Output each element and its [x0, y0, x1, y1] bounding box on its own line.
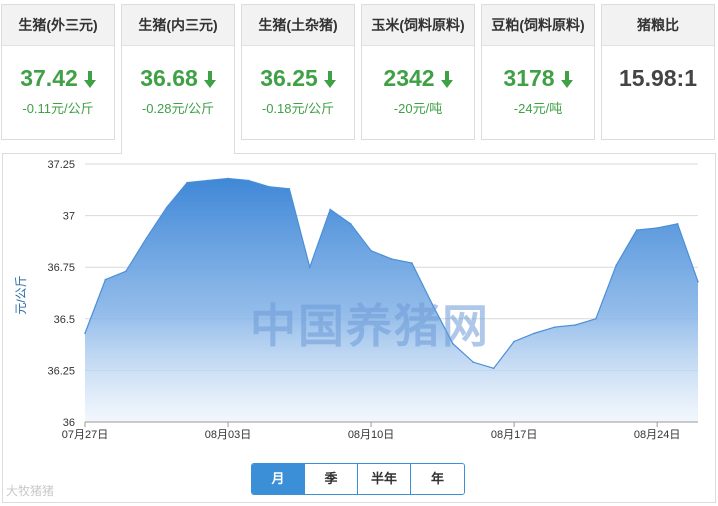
tile-price: 3178: [503, 65, 555, 91]
data-point: [247, 179, 250, 182]
tile-hog-grain-ratio[interactable]: 猪粮比 15.98:1: [601, 4, 715, 140]
y-axis: 37.25 37 36.75 36.5 36.25 36: [47, 159, 75, 429]
tile-label: 猪粮比: [602, 5, 714, 46]
watermark: 中国养猪网: [250, 299, 490, 353]
data-point: [513, 340, 515, 343]
tile-value: 3178: [482, 64, 594, 92]
tile-change: -0.18元/公斤: [261, 101, 335, 116]
data-point: [656, 227, 658, 229]
tile-label: 生猪(土杂猪): [242, 5, 354, 46]
tile-value: 36.68: [122, 64, 234, 92]
down-arrow-icon: [323, 66, 336, 94]
data-point: [635, 229, 638, 231]
y-tick-label: 37: [63, 211, 75, 223]
data-point: [145, 237, 148, 240]
tile-price: 36.25: [260, 65, 318, 91]
data-point: [615, 264, 618, 266]
tile-price: 15.98:1: [618, 65, 697, 91]
data-point: [574, 324, 577, 326]
tile-value: 36.25: [242, 64, 354, 92]
data-point: [676, 223, 679, 225]
down-arrow-icon: [440, 66, 453, 94]
data-point: [349, 223, 352, 225]
range-year-button[interactable]: 年: [411, 464, 464, 494]
data-point: [411, 262, 413, 264]
y-tick-label: 36.25: [47, 365, 75, 377]
data-point: [533, 332, 536, 335]
down-arrow-icon: [83, 66, 96, 94]
data-point: [227, 177, 229, 180]
tile-price: 37.42: [20, 65, 78, 91]
range-quarter-button[interactable]: 季: [305, 464, 358, 494]
tile-corn[interactable]: 玉米(饲料原料) 2342 -20元/吨: [361, 4, 475, 140]
data-point: [329, 208, 332, 211]
y-axis-label: 元/公斤: [14, 275, 28, 314]
tile-label: 生猪(外三元): [2, 5, 114, 46]
y-tick-label: 37.25: [47, 159, 75, 171]
data-point: [268, 185, 270, 188]
data-point: [595, 318, 597, 320]
tile-hog-internal[interactable]: 生猪(内三元) 36.68 -0.28元/公斤: [121, 4, 235, 154]
down-arrow-icon: [203, 66, 216, 94]
x-tick-label: 07月27日: [62, 429, 108, 441]
data-point: [125, 270, 127, 273]
data-point: [206, 179, 209, 182]
tile-value: 37.42: [2, 64, 114, 92]
data-point: [104, 278, 107, 281]
y-tick-label: 36.75: [47, 262, 75, 274]
y-tick-label: 36.5: [54, 314, 75, 326]
x-tick-label: 08月10日: [348, 429, 394, 441]
tile-change: -0.11元/公斤: [22, 101, 94, 116]
x-tick-label: 08月03日: [205, 429, 251, 441]
data-point: [84, 332, 86, 335]
range-halfyear-button[interactable]: 半年: [358, 464, 411, 494]
tile-price: 2342: [383, 65, 435, 91]
data-point: [308, 266, 311, 268]
x-tick-label: 08月17日: [491, 429, 537, 441]
range-month-button[interactable]: 月: [252, 464, 305, 494]
tile-value: 2342: [362, 64, 474, 92]
data-point: [697, 280, 699, 283]
tile-change: -20元/吨: [393, 101, 443, 116]
credit-text: 大牧猪猪: [6, 484, 55, 498]
tile-hog-mixed[interactable]: 生猪(土杂猪) 36.25 -0.18元/公斤: [241, 4, 355, 140]
data-point: [554, 326, 556, 328]
data-point: [186, 181, 188, 184]
down-arrow-icon: [560, 66, 573, 94]
data-point: [492, 367, 495, 370]
tile-hog-external[interactable]: 生猪(外三元) 37.42 -0.11元/公斤: [1, 4, 115, 140]
tile-change: -24元/吨: [513, 101, 563, 116]
tile-label: 豆粕(饲料原料): [482, 5, 594, 46]
data-point: [390, 258, 393, 260]
tile-change: -0.28元/公斤: [141, 101, 215, 116]
data-point: [472, 361, 475, 363]
y-tick-label: 36: [63, 417, 75, 429]
x-tick-label: 08月24日: [634, 429, 680, 441]
range-selector: 月 季 半年 年: [251, 463, 465, 495]
price-tiles: 生猪(外三元) 37.42 -0.11元/公斤 生猪(内三元) 36.68 -0…: [0, 0, 718, 154]
data-point: [165, 206, 168, 209]
tile-price: 36.68: [140, 65, 198, 91]
tile-soymeal[interactable]: 豆粕(饲料原料) 3178 -24元/吨: [481, 4, 595, 140]
tile-label: 玉米(饲料原料): [362, 5, 474, 46]
data-point: [370, 249, 372, 252]
x-axis: 07月27日 08月03日 08月10日 08月17日 08月24日: [62, 421, 698, 441]
tile-label: 生猪(内三元): [122, 5, 234, 46]
data-point: [288, 187, 291, 190]
